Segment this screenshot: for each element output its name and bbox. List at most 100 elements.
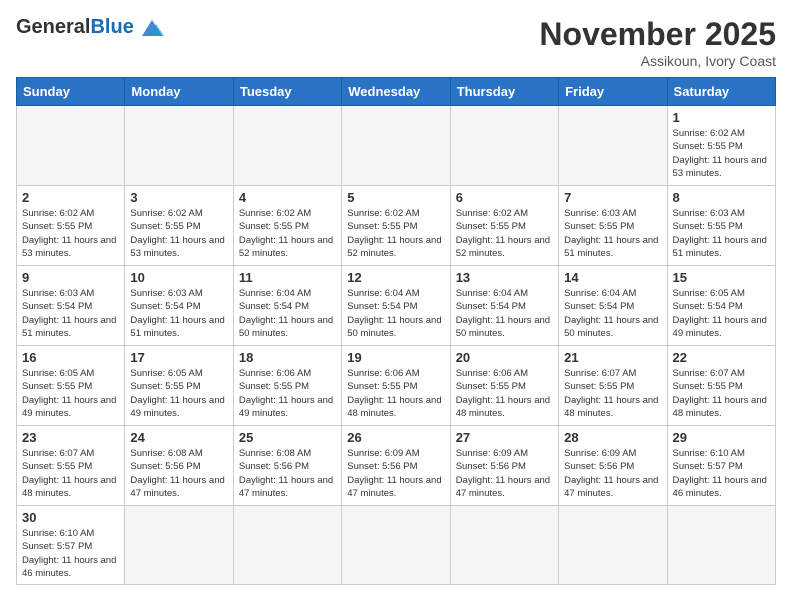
day-number: 26	[347, 430, 444, 445]
page-header: General Blue November 2025 Assikoun, Ivo…	[16, 16, 776, 69]
day-info: Sunrise: 6:02 AM Sunset: 5:55 PM Dayligh…	[456, 207, 553, 260]
calendar-cell: 21 Sunrise: 6:07 AM Sunset: 5:55 PM Dayli…	[559, 346, 667, 426]
day-number: 25	[239, 430, 336, 445]
day-info: Sunrise: 6:02 AM Sunset: 5:55 PM Dayligh…	[347, 207, 444, 260]
day-number: 6	[456, 190, 553, 205]
title-area: November 2025 Assikoun, Ivory Coast	[539, 16, 776, 69]
calendar-cell: 5Sunrise: 6:02 AM Sunset: 5:55 PM Daylig…	[342, 186, 450, 266]
weekday-header-saturday: Saturday	[667, 78, 775, 106]
weekday-header-tuesday: Tuesday	[233, 78, 341, 106]
day-info: Sunrise: 6:10 AM Sunset: 5:57 PM Dayligh…	[22, 527, 119, 580]
day-number: 18	[239, 350, 336, 365]
day-number: 16	[22, 350, 119, 365]
day-number: 27	[456, 430, 553, 445]
day-number: 3	[130, 190, 227, 205]
calendar-cell	[125, 106, 233, 186]
calendar-cell: 9Sunrise: 6:03 AM Sunset: 5:54 PM Daylig…	[17, 266, 125, 346]
day-info: Sunrise: 6:05 AM Sunset: 5:54 PM Dayligh…	[673, 287, 770, 340]
day-number: 10	[130, 270, 227, 285]
calendar-cell: 8 Sunrise: 6:03 AM Sunset: 5:55 PM Daylig…	[667, 186, 775, 266]
day-info: Sunrise: 6:06 AM Sunset: 5:55 PM Dayligh…	[239, 367, 336, 420]
calendar-cell	[125, 506, 233, 585]
calendar-cell: 29Sunrise: 6:10 AM Sunset: 5:57 PM Dayli…	[667, 426, 775, 506]
day-number: 17	[130, 350, 227, 365]
calendar-cell: 23Sunrise: 6:07 AM Sunset: 5:55 PM Dayli…	[17, 426, 125, 506]
calendar-cell: 1 Sunrise: 6:02 AM Sunset: 5:55 PM Daylig…	[667, 106, 775, 186]
day-info: Sunrise: 6:06 AM Sunset: 5:55 PM Dayligh…	[456, 367, 553, 420]
calendar-cell	[450, 106, 558, 186]
calendar-cell: 27Sunrise: 6:09 AM Sunset: 5:56 PM Dayli…	[450, 426, 558, 506]
calendar-cell	[233, 506, 341, 585]
day-number: 28	[564, 430, 661, 445]
calendar-cell: 7Sunrise: 6:03 AM Sunset: 5:55 PM Daylig…	[559, 186, 667, 266]
calendar-cell: 18 Sunrise: 6:06 AM Sunset: 5:55 PM Dayli…	[233, 346, 341, 426]
day-number: 13	[456, 270, 553, 285]
calendar-week-row: 9 Sunrise: 6:03 AM Sunset: 5:54 PM Daylig…	[17, 266, 776, 346]
day-info: Sunrise: 6:03 AM Sunset: 5:55 PM Dayligh…	[564, 207, 661, 260]
calendar-cell: 6 Sunrise: 6:02 AM Sunset: 5:55 PM Daylig…	[450, 186, 558, 266]
day-info: Sunrise: 6:05 AM Sunset: 5:55 PM Dayligh…	[130, 367, 227, 420]
calendar-cell: 11 Sunrise: 6:04 AM Sunset: 5:54 PM Dayli…	[233, 266, 341, 346]
calendar-cell	[667, 506, 775, 585]
calendar-week-row: 30Sunrise: 6:10 AM Sunset: 5:57 PM Dayli…	[17, 506, 776, 585]
calendar-cell	[450, 506, 558, 585]
weekday-header-row: SundayMondayTuesdayWednesdayThursdayFrid…	[17, 78, 776, 106]
day-info: Sunrise: 6:03 AM Sunset: 5:55 PM Dayligh…	[673, 207, 770, 260]
day-number: 15	[673, 270, 770, 285]
month-title: November 2025	[539, 16, 776, 53]
day-number: 4	[239, 190, 336, 205]
day-number: 19	[347, 350, 444, 365]
calendar-cell: 28 Sunrise: 6:09 AM Sunset: 5:56 PM Dayli…	[559, 426, 667, 506]
day-info: Sunrise: 6:07 AM Sunset: 5:55 PM Dayligh…	[673, 367, 770, 420]
calendar-cell: 15 Sunrise: 6:05 AM Sunset: 5:54 PM Dayli…	[667, 266, 775, 346]
calendar-cell: 22 Sunrise: 6:07 AM Sunset: 5:55 PM Dayli…	[667, 346, 775, 426]
day-number: 20	[456, 350, 553, 365]
day-number: 24	[130, 430, 227, 445]
day-info: Sunrise: 6:04 AM Sunset: 5:54 PM Dayligh…	[456, 287, 553, 340]
day-info: Sunrise: 6:07 AM Sunset: 5:55 PM Dayligh…	[564, 367, 661, 420]
day-info: Sunrise: 6:03 AM Sunset: 5:54 PM Dayligh…	[130, 287, 227, 340]
day-number: 29	[673, 430, 770, 445]
day-info: Sunrise: 6:04 AM Sunset: 5:54 PM Dayligh…	[347, 287, 444, 340]
calendar-cell	[559, 506, 667, 585]
logo-area: General Blue	[16, 16, 166, 39]
day-info: Sunrise: 6:05 AM Sunset: 5:55 PM Dayligh…	[22, 367, 119, 420]
calendar-cell: 12Sunrise: 6:04 AM Sunset: 5:54 PM Dayli…	[342, 266, 450, 346]
day-info: Sunrise: 6:04 AM Sunset: 5:54 PM Dayligh…	[564, 287, 661, 340]
day-info: Sunrise: 6:09 AM Sunset: 5:56 PM Dayligh…	[347, 447, 444, 500]
calendar-cell: 13 Sunrise: 6:04 AM Sunset: 5:54 PM Dayli…	[450, 266, 558, 346]
day-number: 1	[673, 110, 770, 125]
day-info: Sunrise: 6:08 AM Sunset: 5:56 PM Dayligh…	[239, 447, 336, 500]
calendar-cell: 24Sunrise: 6:08 AM Sunset: 5:56 PM Dayli…	[125, 426, 233, 506]
weekday-header-sunday: Sunday	[17, 78, 125, 106]
day-info: Sunrise: 6:02 AM Sunset: 5:55 PM Dayligh…	[673, 127, 770, 180]
day-number: 22	[673, 350, 770, 365]
calendar-cell: 20 Sunrise: 6:06 AM Sunset: 5:55 PM Dayli…	[450, 346, 558, 426]
weekday-header-monday: Monday	[125, 78, 233, 106]
calendar-cell: 17 Sunrise: 6:05 AM Sunset: 5:55 PM Dayli…	[125, 346, 233, 426]
day-info: Sunrise: 6:09 AM Sunset: 5:56 PM Dayligh…	[564, 447, 661, 500]
calendar-cell: 14Sunrise: 6:04 AM Sunset: 5:54 PM Dayli…	[559, 266, 667, 346]
day-info: Sunrise: 6:06 AM Sunset: 5:55 PM Dayligh…	[347, 367, 444, 420]
day-number: 2	[22, 190, 119, 205]
day-info: Sunrise: 6:02 AM Sunset: 5:55 PM Dayligh…	[130, 207, 227, 260]
calendar-cell	[559, 106, 667, 186]
day-number: 9	[22, 270, 119, 285]
calendar-week-row: 2 Sunrise: 6:02 AM Sunset: 5:55 PM Daylig…	[17, 186, 776, 266]
day-info: Sunrise: 6:02 AM Sunset: 5:55 PM Dayligh…	[22, 207, 119, 260]
logo-general-text: General	[16, 16, 90, 39]
day-number: 21	[564, 350, 661, 365]
weekday-header-thursday: Thursday	[450, 78, 558, 106]
day-info: Sunrise: 6:04 AM Sunset: 5:54 PM Dayligh…	[239, 287, 336, 340]
calendar-cell: 2 Sunrise: 6:02 AM Sunset: 5:55 PM Daylig…	[17, 186, 125, 266]
calendar-table: SundayMondayTuesdayWednesdayThursdayFrid…	[16, 77, 776, 585]
calendar-cell	[17, 106, 125, 186]
calendar-cell: 25 Sunrise: 6:08 AM Sunset: 5:56 PM Dayli…	[233, 426, 341, 506]
day-info: Sunrise: 6:07 AM Sunset: 5:55 PM Dayligh…	[22, 447, 119, 500]
day-number: 11	[239, 270, 336, 285]
calendar-week-row: 23Sunrise: 6:07 AM Sunset: 5:55 PM Dayli…	[17, 426, 776, 506]
day-number: 8	[673, 190, 770, 205]
calendar-cell: 4Sunrise: 6:02 AM Sunset: 5:55 PM Daylig…	[233, 186, 341, 266]
calendar-cell: 3 Sunrise: 6:02 AM Sunset: 5:55 PM Daylig…	[125, 186, 233, 266]
weekday-header-wednesday: Wednesday	[342, 78, 450, 106]
